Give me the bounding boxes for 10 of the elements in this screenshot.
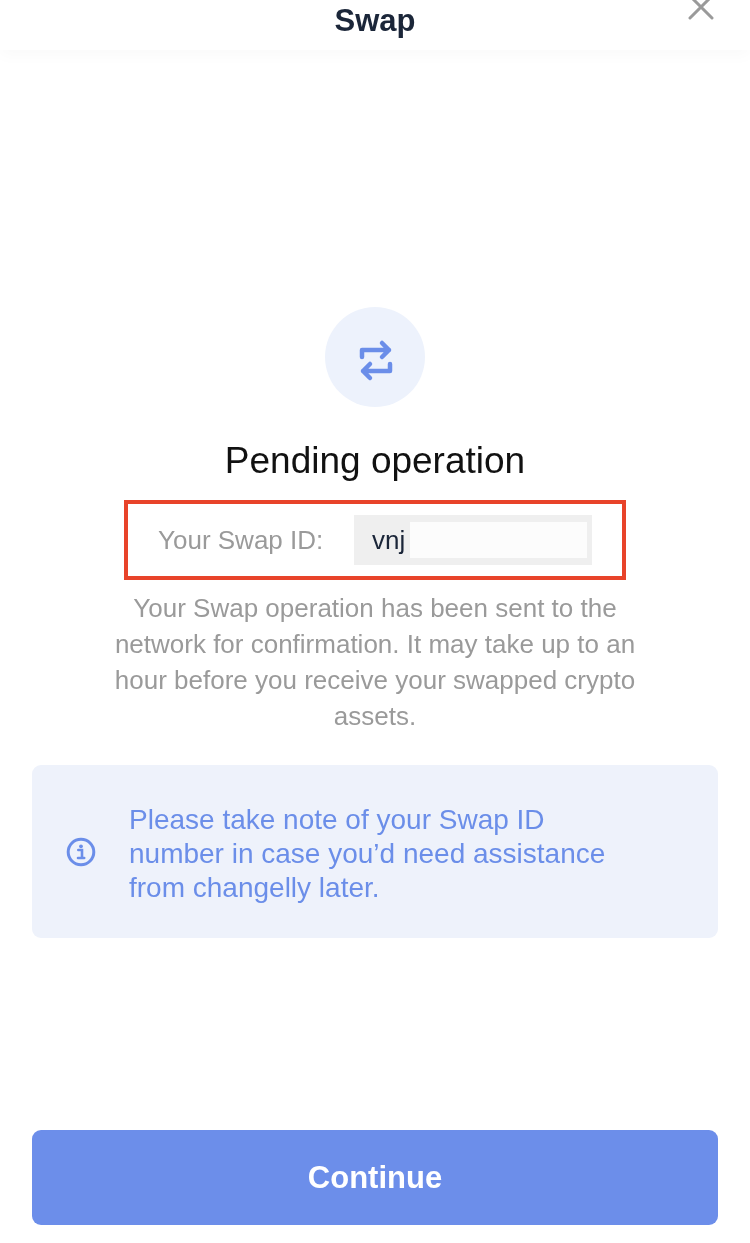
status-title: Pending operation bbox=[224, 440, 526, 482]
info-icon bbox=[66, 836, 96, 867]
swap-id-value: vnj bbox=[372, 524, 406, 556]
swap-arrows-icon bbox=[325, 307, 425, 407]
continue-button[interactable]: Continue bbox=[32, 1130, 718, 1225]
close-icon[interactable] bbox=[688, 0, 714, 20]
status-description: Your Swap operation has been sent to the network for confirmation. It may take up to an hour before you receive your swapped crypto assets. bbox=[113, 592, 637, 733]
notice-text: Please take note of your Swap ID number in case you’d need assistance from changelly later. bbox=[129, 802, 607, 905]
screen-title: Swap bbox=[334, 3, 416, 39]
swap-id-label: Your Swap ID: bbox=[158, 524, 324, 556]
